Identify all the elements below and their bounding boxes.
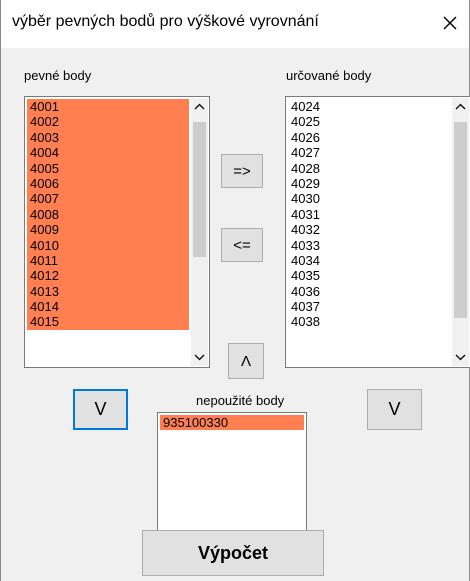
scroll-down-icon[interactable] [452,349,469,366]
fixed-points-label: pevné body [24,68,92,83]
move-right-button[interactable]: => [221,154,263,188]
move-down-left-button[interactable]: V [73,389,128,430]
list-item[interactable]: 4001 [27,99,189,115]
list-item[interactable]: 4025 [288,114,450,129]
list-item[interactable]: 4002 [27,114,189,130]
fixed-points-list: 4001 4002 4003 4004 4005 4006 4007 4008 4009 4010… [27,99,189,330]
list-item[interactable]: 4038 [288,314,450,329]
list-item[interactable]: 4029 [288,176,450,191]
list-item[interactable]: 4027 [288,145,450,160]
list-item[interactable]: 4004 [27,145,189,161]
move-left-button[interactable]: <= [221,228,263,262]
list-item[interactable]: 4013 [27,283,189,300]
unused-points-label: nepoužité body [196,393,285,408]
move-down-right-button[interactable]: V [367,389,422,430]
close-icon[interactable] [439,12,461,34]
scroll-thumb[interactable] [193,122,206,257]
scroll-up-icon[interactable] [191,98,208,115]
list-item[interactable]: 4031 [288,207,450,222]
scroll-down-icon[interactable] [191,349,208,366]
list-item[interactable]: 4014 [27,299,189,315]
determined-points-scrollbar[interactable] [452,98,469,366]
list-item[interactable]: 4007 [27,191,189,207]
list-item[interactable]: 4036 [288,284,450,299]
determined-points-listbox[interactable]: 4024 4025 4026 4027 4028 4029 4030 4031 4032 4033… [285,96,470,368]
scroll-up-icon[interactable] [452,98,469,115]
list-item[interactable]: 4012 [27,268,189,284]
unused-points-listbox[interactable]: 935100330 [157,412,307,540]
scroll-thumb[interactable] [454,122,467,318]
list-item[interactable]: 4009 [27,222,189,238]
list-item[interactable]: 4015 [27,314,189,330]
determined-points-label: určované body [286,68,372,83]
list-item[interactable]: 4034 [288,253,450,268]
fixed-points-listbox[interactable]: 4001 4002 4003 4004 4005 4006 4007 4008 4009 4010… [24,96,210,368]
list-item[interactable]: 4032 [288,222,450,237]
list-item[interactable]: 4028 [288,161,450,176]
title-bar: výběr pevných bodů pro výškové vyrovnání [1,0,469,48]
list-item[interactable]: 4010 [27,237,189,253]
list-item[interactable]: 4003 [27,129,189,146]
fixed-points-scrollbar[interactable] [191,98,208,366]
dialog-client-area: pevné body 4001 4002 4003 4004 4005 4006 4007 4… [1,48,470,581]
list-item[interactable]: 4005 [27,160,189,176]
list-item[interactable]: 4033 [288,238,450,253]
list-item[interactable]: 4030 [288,191,450,206]
list-item[interactable]: 4011 [27,252,189,269]
unused-points-list: 935100330 [160,415,304,431]
list-item[interactable]: 4026 [288,130,450,145]
move-up-button[interactable]: Λ [228,343,264,379]
list-item[interactable]: 4006 [27,175,189,192]
calculate-button[interactable]: Výpočet [142,530,324,576]
list-item[interactable]: 935100330 [160,415,304,431]
determined-points-list: 4024 4025 4026 4027 4028 4029 4030 4031 4032 4033… [288,99,450,330]
list-item[interactable]: 4008 [27,206,189,223]
list-item[interactable]: 4035 [288,268,450,283]
window-title: výběr pevných bodů pro výškové vyrovnání [12,13,319,30]
list-item[interactable]: 4024 [288,99,450,114]
list-item[interactable]: 4037 [288,299,450,314]
dialog-window: výběr pevných bodů pro výškové vyrovnání… [0,0,470,581]
